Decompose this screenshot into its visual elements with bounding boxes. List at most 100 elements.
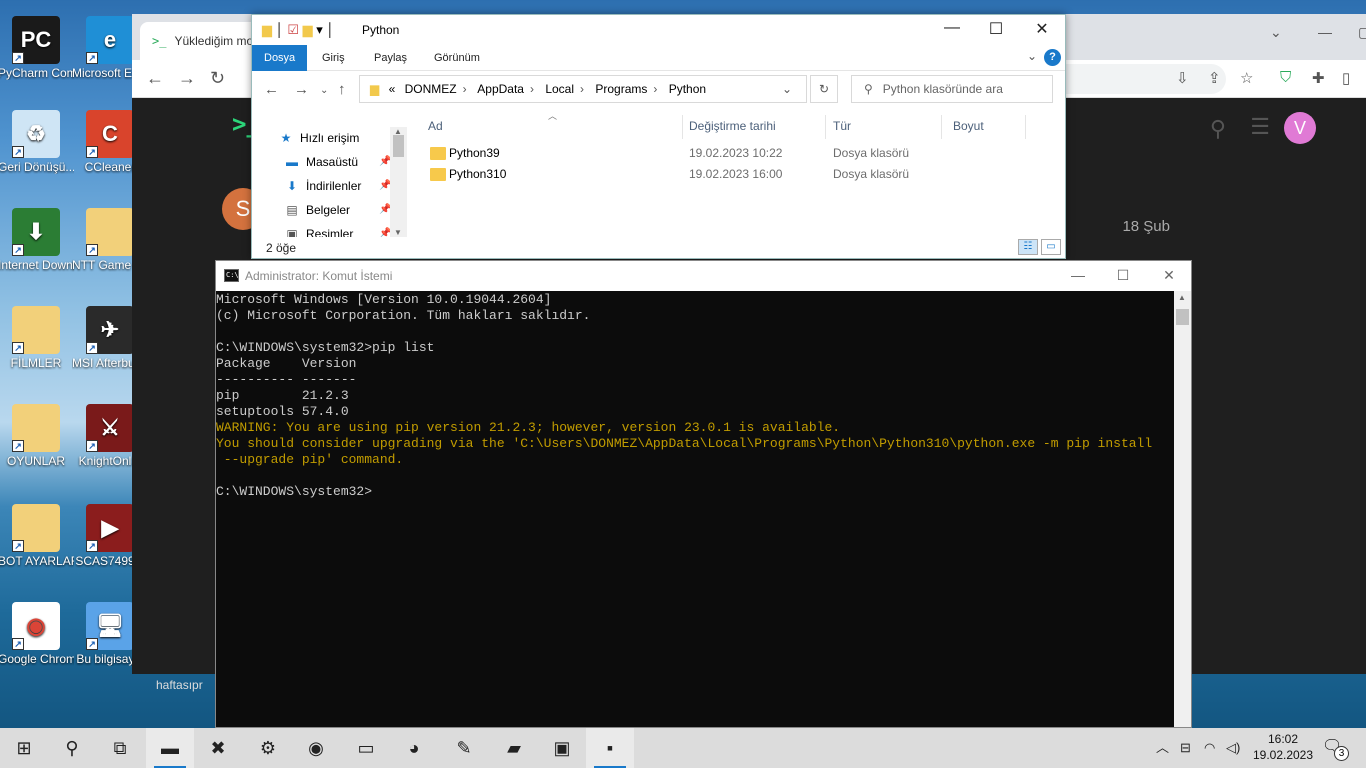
desktop-shortcut[interactable]: PC↗ PyCharm Communi... bbox=[0, 16, 74, 80]
desktop-shortcut-label: PyCharm Communi... bbox=[0, 66, 74, 80]
clock[interactable]: 16:02 19.02.2023 bbox=[1252, 731, 1314, 763]
app-taskbar-control[interactable]: ▣ bbox=[538, 728, 586, 768]
breadcrumb-item[interactable]: Programs bbox=[595, 82, 647, 96]
tab-home[interactable]: Giriş bbox=[310, 45, 357, 71]
desktop-shortcut[interactable]: ↗ OYUNLAR bbox=[0, 404, 74, 468]
close-icon[interactable]: ✕ bbox=[1019, 19, 1065, 39]
chrome-taskbar[interactable]: ◉ bbox=[292, 728, 340, 768]
console-output[interactable]: Microsoft Windows [Version 10.0.19044.26… bbox=[216, 291, 1176, 727]
show-hidden-icons-icon[interactable]: ︿ bbox=[1156, 728, 1169, 768]
tab-view[interactable]: Görünüm bbox=[422, 45, 492, 71]
install-icon[interactable]: ⇩ bbox=[1176, 69, 1189, 87]
file-name: Python310 bbox=[449, 167, 507, 181]
refresh-icon[interactable]: ↻ bbox=[810, 75, 838, 103]
nav-item[interactable]: ★ Hızlı erişim bbox=[278, 127, 360, 149]
notification-center-icon[interactable]: 🗨 3 bbox=[1322, 736, 1349, 761]
minimize-icon[interactable]: — bbox=[929, 19, 975, 37]
breadcrumb-item[interactable]: Local bbox=[545, 82, 574, 96]
file-explorer-taskbar[interactable]: ▬ bbox=[146, 728, 194, 768]
desktop-shortcut[interactable]: ↗ BOT AYARLARI bbox=[0, 504, 74, 568]
idm-icon: ⬇ ↗ bbox=[12, 208, 60, 256]
breadcrumb-item[interactable]: Python bbox=[669, 82, 706, 96]
forward-icon[interactable]: → bbox=[294, 81, 309, 98]
nav-item[interactable]: ▬ Masaüstü 📌 bbox=[284, 151, 391, 173]
breadcrumb-item[interactable]: DONMEZ bbox=[405, 82, 457, 96]
nav-item[interactable]: ▤ Belgeler 📌 bbox=[284, 199, 391, 221]
console-line: You should consider upgrading via the 'C… bbox=[216, 436, 1153, 451]
settings-taskbar[interactable]: ⚙ bbox=[244, 728, 292, 768]
cmd-scrollbar[interactable]: ▲ bbox=[1174, 291, 1191, 727]
close-icon[interactable]: ✕ bbox=[1146, 267, 1192, 284]
search-input[interactable]: ⚲ Python klasöründe ara bbox=[851, 75, 1053, 103]
app-taskbar-x[interactable]: ✖ bbox=[194, 728, 242, 768]
reload-icon[interactable]: ↻ bbox=[210, 68, 225, 89]
nav-item[interactable]: ⬇ İndirilenler 📌 bbox=[284, 175, 391, 197]
paint-taskbar[interactable]: ✎ bbox=[440, 728, 488, 768]
tab-share[interactable]: Paylaş bbox=[362, 45, 419, 71]
discord-taskbar[interactable]: ◕ bbox=[390, 728, 438, 768]
details-view-icon[interactable]: ☷ bbox=[1018, 239, 1038, 255]
cmd-taskbar[interactable]: ▪ bbox=[586, 728, 634, 768]
back-icon[interactable]: ← bbox=[264, 81, 279, 98]
console-line: ---------- ------- bbox=[216, 372, 357, 387]
quick-access-toolbar-icon[interactable]: ▆ │ ☑ ▆ ▾ │ bbox=[262, 22, 335, 38]
share-icon[interactable]: ⇪ bbox=[1208, 69, 1221, 87]
user-avatar[interactable]: V bbox=[1284, 112, 1316, 144]
file-row[interactable]: Python39 19.02.2023 10:22 Dosya klasörü bbox=[422, 143, 1062, 164]
expand-ribbon-icon[interactable]: ⌄ bbox=[1027, 49, 1037, 63]
column-name[interactable]: Ad bbox=[420, 115, 678, 139]
column-divider[interactable] bbox=[941, 115, 942, 139]
recent-locations-icon[interactable]: ⌄ bbox=[320, 85, 328, 96]
breadcrumb-item[interactable]: AppData bbox=[477, 82, 524, 96]
breadcrumb[interactable]: ▆ « DONMEZ › AppData › Local › Programs › Py… bbox=[359, 75, 807, 103]
maximize-icon[interactable]: ☐ bbox=[973, 19, 1019, 39]
column-divider[interactable] bbox=[1025, 115, 1026, 139]
column-date[interactable]: Değiştirme tarihi bbox=[681, 115, 825, 139]
network-adapter-icon[interactable]: ⊟ bbox=[1180, 728, 1191, 768]
nav-item[interactable]: ▣ Resimler 📌 bbox=[284, 223, 391, 237]
file-explorer-window[interactable]: ▆ │ ☑ ▆ ▾ │ Python — ☐ ✕ Dosya Giriş Pay… bbox=[251, 14, 1066, 259]
scroll-up-icon[interactable]: ▲ bbox=[1178, 293, 1186, 302]
desktop-shortcut[interactable]: ↗ FİLMLER bbox=[0, 306, 74, 370]
extensions-puzzle-icon[interactable]: ✚ bbox=[1312, 69, 1325, 87]
taskbar: ⊞ ⚲ ⧉ ▬ ✖ ⚙ ◉ ▭ ◕ ✎ ▰ ▣ ▪ ︿ ⊟ ◠ ◁) 16:02 19.02.2023 … bbox=[0, 728, 1366, 768]
forward-icon[interactable]: → bbox=[178, 68, 196, 89]
desktop-shortcut[interactable]: ⬇↗ Internet Downlo... bbox=[0, 208, 74, 272]
nav-scrollbar[interactable]: ▲ ▼ bbox=[390, 127, 407, 237]
desktop-shortcut[interactable]: ◉↗ Google Chrome bbox=[0, 602, 74, 666]
task-view-button[interactable]: ⧉ bbox=[96, 728, 144, 768]
cmd-icon: ▪ bbox=[606, 738, 614, 758]
tab-search-icon[interactable]: ⌄ bbox=[1270, 24, 1282, 41]
file-name: Python39 bbox=[449, 146, 500, 160]
scroll-thumb[interactable] bbox=[1176, 309, 1189, 325]
breadcrumb-overflow[interactable]: « bbox=[389, 82, 396, 96]
large-icons-view-icon[interactable]: ▭ bbox=[1041, 239, 1061, 255]
search-button[interactable]: ⚲ bbox=[48, 728, 96, 768]
menu-icon[interactable]: ☰ bbox=[1250, 114, 1270, 140]
chevron-down-icon[interactable]: ⌄ bbox=[782, 82, 792, 96]
maximize-icon[interactable]: ▢ bbox=[1358, 24, 1366, 41]
minimize-icon[interactable]: — bbox=[1318, 24, 1332, 40]
wifi-icon[interactable]: ◠ bbox=[1204, 728, 1215, 768]
app-taskbar-window[interactable]: ▭ bbox=[342, 728, 390, 768]
scroll-thumb[interactable] bbox=[393, 135, 404, 157]
app-taskbar-pc[interactable]: ▰ bbox=[490, 728, 538, 768]
bookmark-star-icon[interactable]: ☆ bbox=[1240, 69, 1253, 87]
start-button[interactable]: ⊞ bbox=[0, 728, 48, 768]
help-icon[interactable]: ? bbox=[1044, 49, 1061, 66]
minimize-icon[interactable]: — bbox=[1055, 267, 1101, 283]
file-row[interactable]: Python310 19.02.2023 16:00 Dosya klasörü bbox=[422, 164, 1062, 185]
back-icon[interactable]: ← bbox=[146, 68, 164, 89]
command-prompt-window[interactable]: C:\ Administrator: Komut İstemi — ☐ ✕ Mi… bbox=[215, 260, 1192, 728]
column-type[interactable]: Tür bbox=[825, 115, 941, 139]
side-panel-icon[interactable]: ▯ bbox=[1342, 69, 1350, 87]
column-size[interactable]: Boyut bbox=[945, 115, 1025, 139]
extension-shield-icon[interactable]: ⛉ bbox=[1280, 69, 1291, 86]
search-icon[interactable]: ⚲ bbox=[1210, 116, 1226, 142]
maximize-icon[interactable]: ☐ bbox=[1100, 267, 1146, 284]
tab-file[interactable]: Dosya bbox=[252, 45, 308, 71]
up-icon[interactable]: ↑ bbox=[338, 81, 346, 98]
desktop-shortcut[interactable]: ♻ ↗ Geri Dönüşü... bbox=[0, 110, 74, 174]
volume-icon[interactable]: ◁) bbox=[1226, 728, 1240, 768]
